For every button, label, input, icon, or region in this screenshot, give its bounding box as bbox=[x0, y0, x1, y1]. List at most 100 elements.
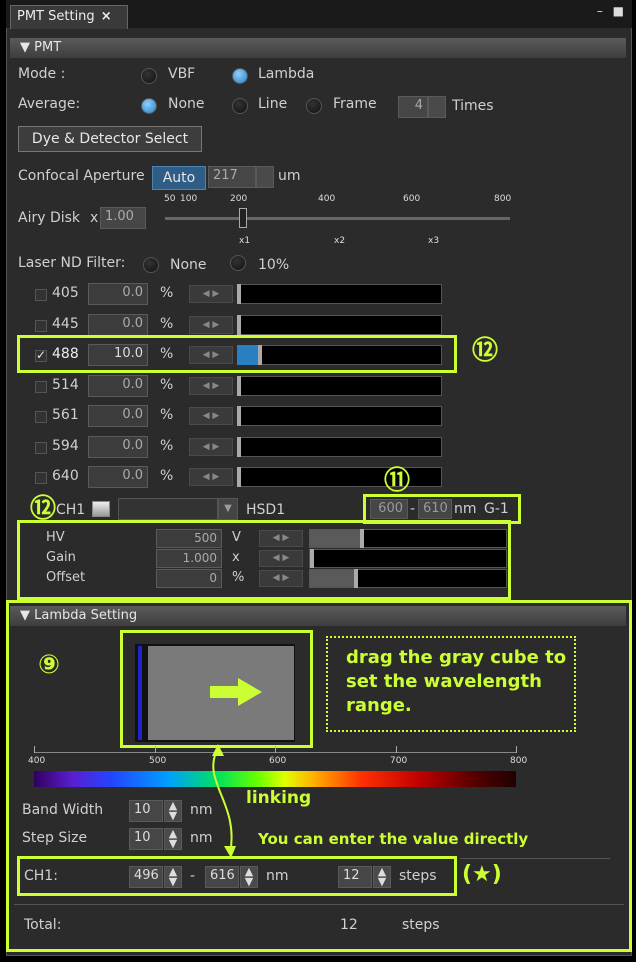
linking-annotation: linking bbox=[246, 788, 312, 808]
laser-unit: % bbox=[160, 438, 174, 454]
airy-disk-label: Airy Disk bbox=[18, 210, 81, 226]
airy-scale-100: 100 bbox=[180, 194, 198, 204]
detector-level-thumb[interactable] bbox=[310, 549, 314, 568]
ch1-label: CH1 bbox=[56, 502, 86, 518]
airy-scale-x2: x2 bbox=[334, 236, 346, 246]
laser-power-input[interactable]: 0.0 bbox=[88, 283, 148, 305]
lambda-ch1-steps-stepper[interactable]: ▲ ▼ bbox=[373, 866, 391, 888]
lambda-ch1-from-input[interactable]: 496 bbox=[129, 866, 163, 888]
laser-power-input[interactable]: 0.0 bbox=[88, 466, 148, 488]
detector-level-bar[interactable] bbox=[309, 549, 507, 568]
confocal-auto-button[interactable]: Auto bbox=[152, 166, 206, 190]
chevron-down-icon[interactable]: ▼ bbox=[218, 498, 238, 520]
laser-step-arrows[interactable]: ◀ ▶ bbox=[189, 468, 233, 486]
ch1-detector: HSD1 bbox=[246, 502, 286, 518]
laser-wavelength: 594 bbox=[52, 438, 79, 454]
total-value: 12 bbox=[340, 917, 358, 933]
detector-step-arrows[interactable]: ◀ ▶ bbox=[259, 570, 303, 587]
laser-wavelength: 514 bbox=[52, 377, 79, 393]
airy-slider-track[interactable] bbox=[165, 217, 510, 220]
detector-row-input[interactable]: 1.000 bbox=[156, 549, 222, 568]
annotation-12-top: ⑫ bbox=[472, 336, 499, 366]
laser-checkbox[interactable] bbox=[35, 472, 47, 484]
lambda-ch1-to-input[interactable]: 616 bbox=[205, 866, 239, 888]
laser-power-bar[interactable] bbox=[237, 284, 442, 304]
detector-level-thumb[interactable] bbox=[360, 529, 364, 548]
laser-step-arrows[interactable]: ◀ ▶ bbox=[189, 438, 233, 456]
laser-power-input[interactable]: 0.0 bbox=[88, 405, 148, 427]
laser-power-thumb[interactable] bbox=[237, 437, 241, 457]
laser-checkbox[interactable] bbox=[35, 320, 47, 332]
lambda-ch1-from-stepper[interactable]: ▲ ▼ bbox=[164, 866, 182, 888]
mode-vbf-radio[interactable] bbox=[141, 68, 157, 84]
laser-checkbox[interactable] bbox=[35, 411, 47, 423]
detector-level-thumb[interactable] bbox=[354, 569, 358, 588]
laser-unit: % bbox=[160, 377, 174, 393]
pmt-section-header[interactable]: ▼ PMT bbox=[10, 38, 626, 58]
laser-power-thumb[interactable] bbox=[237, 315, 241, 335]
laser-power-input[interactable]: 0.0 bbox=[88, 314, 148, 336]
tab-pmt-setting[interactable]: PMT Setting × bbox=[10, 5, 128, 29]
laser-power-bar[interactable] bbox=[237, 406, 442, 426]
spectrum-tick-label: 500 bbox=[149, 756, 167, 766]
band-width-input[interactable]: 10 bbox=[129, 800, 163, 822]
separator bbox=[14, 904, 624, 905]
laser-power-input[interactable]: 0.0 bbox=[88, 436, 148, 458]
laser-power-bar[interactable] bbox=[237, 467, 442, 487]
total-unit: steps bbox=[402, 917, 440, 933]
detector-step-arrows[interactable]: ◀ ▶ bbox=[259, 530, 303, 547]
laser-power-bar[interactable] bbox=[237, 437, 442, 457]
mode-lambda-radio[interactable] bbox=[232, 68, 248, 84]
range-from-input[interactable]: 600 bbox=[370, 499, 408, 519]
laser-step-arrows[interactable]: ◀ ▶ bbox=[189, 285, 233, 303]
detector-step-arrows[interactable]: ◀ ▶ bbox=[259, 550, 303, 567]
laser-step-arrows[interactable]: ◀ ▶ bbox=[189, 407, 233, 425]
laser-checkbox[interactable] bbox=[35, 442, 47, 454]
lambda-section-header[interactable]: ▼ Lambda Setting bbox=[10, 606, 626, 626]
laser-step-arrows[interactable]: ◀ ▶ bbox=[189, 377, 233, 395]
collapse-triangle-icon: ▼ bbox=[20, 40, 35, 55]
ch1-dye-dropdown[interactable] bbox=[118, 498, 218, 520]
dye-detector-select-button[interactable]: Dye & Detector Select bbox=[18, 126, 202, 152]
maximize-icon[interactable]: ■ bbox=[613, 4, 624, 18]
average-frame-radio[interactable] bbox=[306, 98, 322, 114]
average-times-input[interactable]: 4 bbox=[398, 96, 428, 118]
airy-slider-thumb[interactable] bbox=[239, 208, 247, 228]
ch1-color-swatch[interactable] bbox=[92, 501, 110, 517]
step-size-input[interactable]: 10 bbox=[129, 828, 163, 850]
laser-wavelength: 561 bbox=[52, 407, 79, 423]
range-dash: - bbox=[410, 501, 416, 517]
laser-power-bar[interactable] bbox=[237, 376, 442, 396]
nd-none-radio[interactable] bbox=[143, 257, 159, 273]
laser-power-thumb[interactable] bbox=[237, 406, 241, 426]
laser-power-thumb[interactable] bbox=[237, 467, 241, 487]
detector-row-input[interactable]: 0 bbox=[156, 569, 222, 588]
airy-scale-x3: x3 bbox=[428, 236, 440, 246]
collapse-triangle-icon: ▼ bbox=[20, 608, 35, 623]
laser-checkbox[interactable] bbox=[35, 381, 47, 393]
laser-unit: % bbox=[160, 468, 174, 484]
band-width-stepper[interactable]: ▲ ▼ bbox=[164, 800, 182, 822]
laser-power-thumb[interactable] bbox=[237, 284, 241, 304]
detector-row-input[interactable]: 500 bbox=[156, 529, 222, 548]
lambda-ch1-steps-input[interactable]: 12 bbox=[338, 866, 372, 888]
laser-wavelength: 640 bbox=[52, 468, 79, 484]
average-none-radio[interactable] bbox=[141, 98, 157, 114]
step-size-stepper[interactable]: ▲ ▼ bbox=[164, 828, 182, 850]
lambda-ch1-to-stepper[interactable]: ▲ ▼ bbox=[240, 866, 258, 888]
laser-power-input[interactable]: 0.0 bbox=[88, 375, 148, 397]
laser-power-thumb[interactable] bbox=[237, 376, 241, 396]
laser-power-bar[interactable] bbox=[237, 315, 442, 335]
laser-checkbox[interactable] bbox=[35, 289, 47, 301]
close-icon[interactable]: × bbox=[101, 9, 112, 24]
range-to-input[interactable]: 610 bbox=[418, 499, 452, 519]
band-width-unit: nm bbox=[190, 802, 213, 818]
confocal-value-input[interactable]: 217 bbox=[208, 166, 256, 188]
confocal-stepper[interactable] bbox=[256, 166, 274, 188]
laser-step-arrows[interactable]: ◀ ▶ bbox=[189, 316, 233, 334]
average-line-radio[interactable] bbox=[232, 98, 248, 114]
airy-disk-input[interactable]: 1.00 bbox=[100, 207, 146, 229]
average-times-stepper[interactable] bbox=[428, 96, 446, 118]
nd-10-radio[interactable] bbox=[230, 255, 246, 271]
minimize-icon[interactable]: – bbox=[597, 4, 603, 18]
